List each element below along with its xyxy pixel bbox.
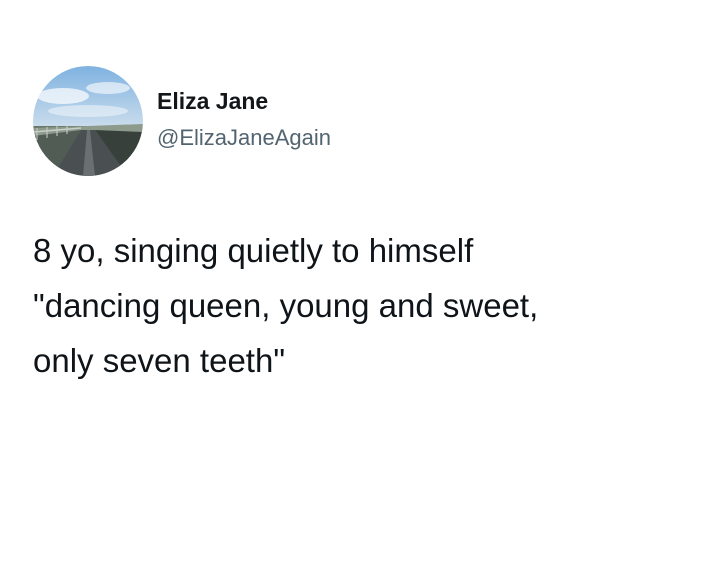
tweet-text-line: "dancing queen, young and sweet, xyxy=(33,287,539,324)
tweet-card: Eliza Jane @ElizaJaneAgain 8 yo, singing… xyxy=(0,0,720,571)
author-handle[interactable]: @ElizaJaneAgain xyxy=(157,124,331,152)
avatar-photo-icon xyxy=(33,66,143,176)
tweet-text: 8 yo, singing quietly to himself "dancin… xyxy=(33,223,693,388)
author-name[interactable]: Eliza Jane xyxy=(157,87,268,115)
tweet-text-line: 8 yo, singing quietly to himself xyxy=(33,232,474,269)
avatar[interactable] xyxy=(33,66,143,176)
tweet-text-line: only seven teeth" xyxy=(33,342,286,379)
